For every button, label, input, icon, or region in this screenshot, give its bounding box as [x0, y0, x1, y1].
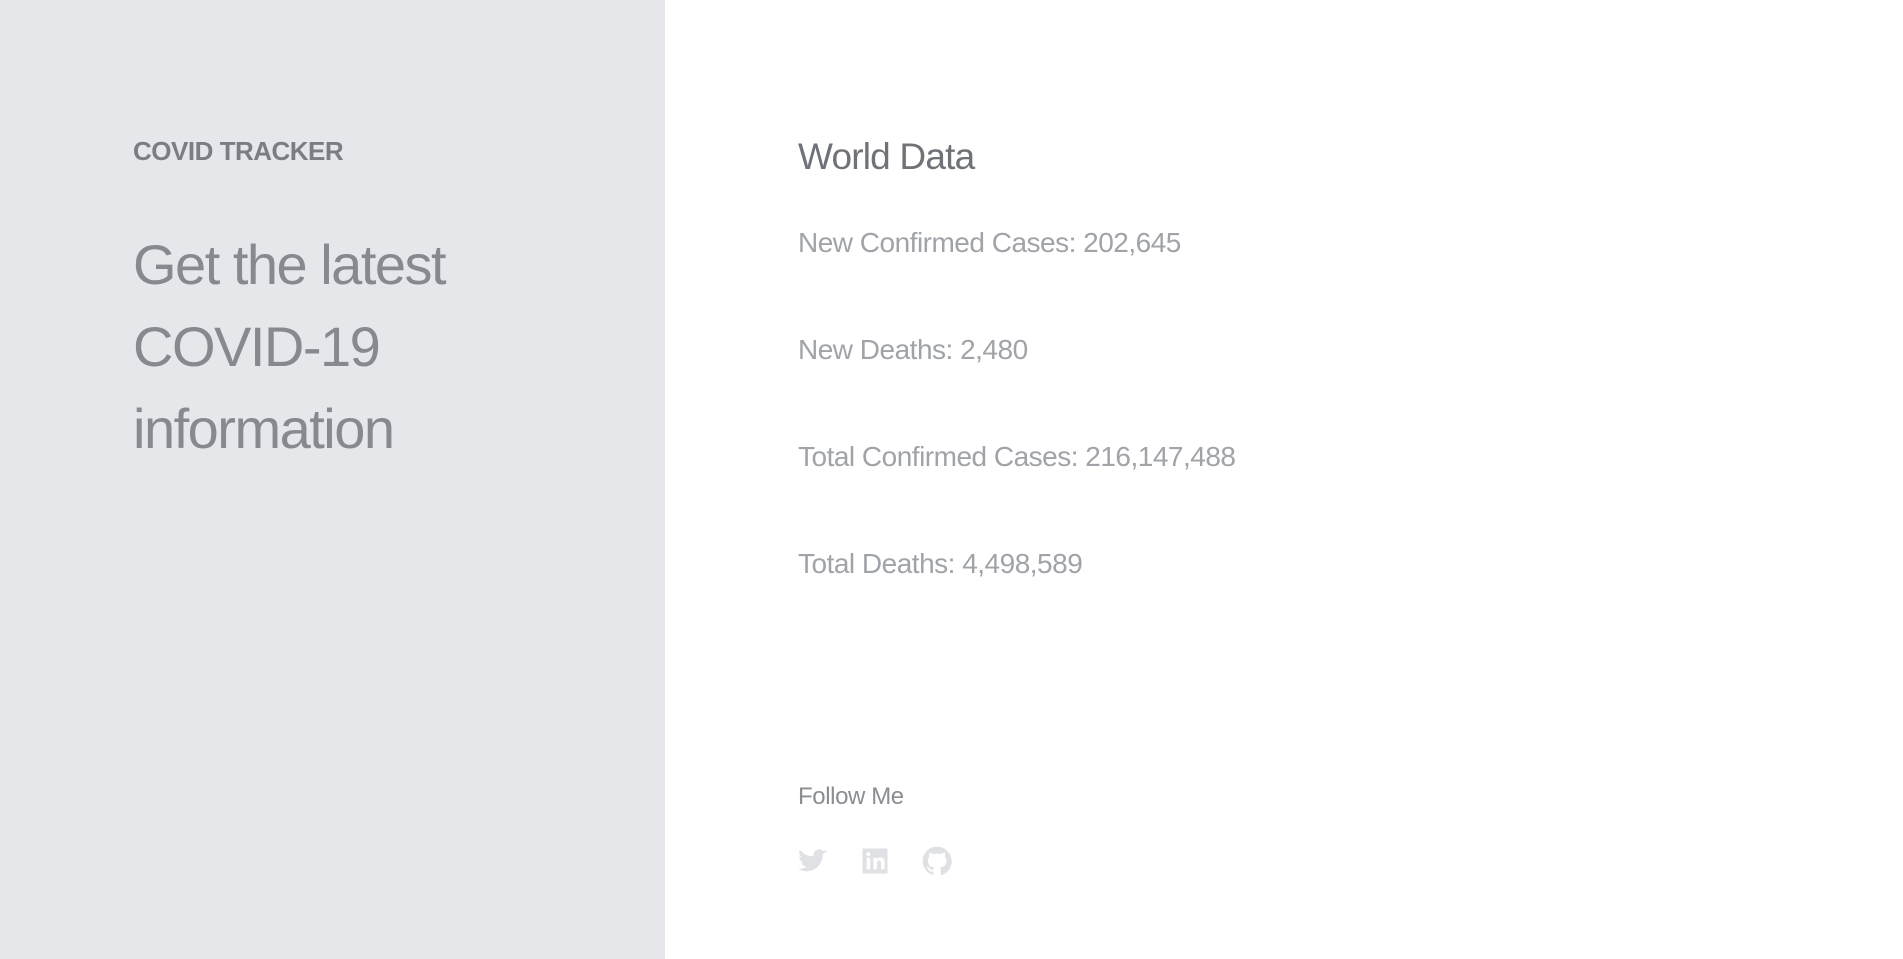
github-icon	[922, 846, 952, 876]
follow-label: Follow Me	[798, 783, 904, 810]
github-link[interactable]	[922, 846, 952, 876]
stat-total-confirmed-cases: Total Confirmed Cases: 216,147,488	[798, 441, 1236, 472]
linkedin-link[interactable]	[860, 846, 890, 876]
stat-new-confirmed-cases: New Confirmed Cases: 202,645	[798, 227, 1181, 258]
twitter-link[interactable]	[798, 846, 828, 876]
sidebar-panel: COVID TRACKER Get the latest COVID-19 in…	[0, 0, 665, 959]
twitter-icon	[798, 849, 828, 872]
linkedin-icon	[862, 848, 888, 874]
social-links	[798, 846, 952, 876]
brand-title: COVID TRACKER	[133, 136, 344, 166]
stat-total-deaths: Total Deaths: 4,498,589	[798, 548, 1083, 579]
main-panel: World Data New Confirmed Cases: 202,645 …	[665, 0, 1903, 959]
world-data-title: World Data	[798, 136, 975, 177]
stat-new-deaths: New Deaths: 2,480	[798, 334, 1028, 365]
hero-headline: Get the latest COVID-19 information	[133, 233, 447, 460]
